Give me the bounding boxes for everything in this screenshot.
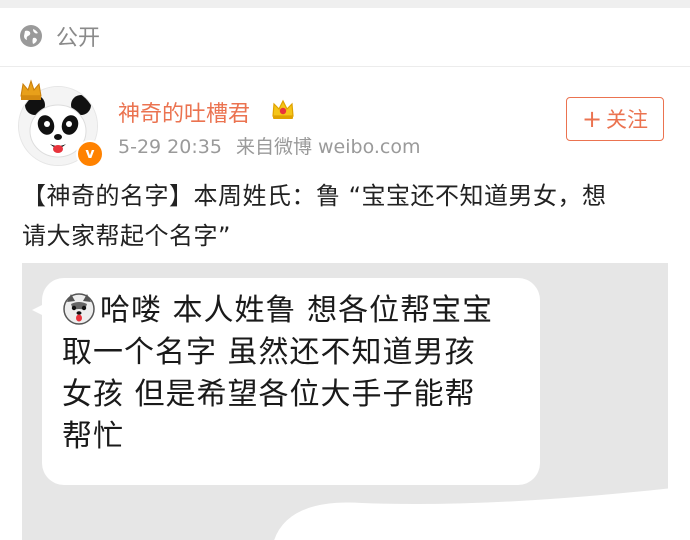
visibility-indicator: 公开 — [18, 18, 100, 54]
username[interactable]: 神奇的吐槽君 — [118, 96, 250, 128]
globe-icon — [20, 25, 42, 47]
visibility-label: 公开 — [56, 26, 101, 51]
post-text-line: 请大家帮起个名字” — [22, 222, 231, 250]
post-image[interactable]: 哈喽 本人姓鲁 想各位帮宝宝 取一个名字 虽然还不知道男孩 女孩 但是希望各位大… — [22, 263, 668, 540]
bubble-tail — [32, 300, 52, 320]
post-date: 5-29 20:35 — [118, 136, 222, 158]
post-source: 来自微博 weibo.com — [235, 136, 421, 158]
top-separator — [0, 0, 690, 8]
chat-message-line: 取一个名字 虽然还不知道男孩 — [62, 335, 476, 370]
verified-badge-icon: v — [76, 140, 104, 168]
chat-message-text: 哈喽 本人姓鲁 想各位帮宝宝 — [100, 293, 494, 328]
vip-crown-icon — [272, 99, 294, 119]
chat-message-line: 帮忙 — [62, 419, 124, 454]
follow-button[interactable]: + 关注 — [566, 97, 664, 141]
chat-message: 哈喽 本人姓鲁 想各位帮宝宝 取一个名字 虽然还不知道男孩 女孩 但是希望各位大… — [62, 290, 532, 458]
avatar[interactable]: v — [18, 78, 104, 168]
husky-emoji-icon — [63, 293, 95, 325]
follow-label: 关注 — [606, 108, 649, 132]
chat-message-line: 哈喽 本人姓鲁 想各位帮宝宝 — [62, 290, 532, 332]
crown-icon — [20, 79, 42, 100]
post-meta: 5-29 20:35 来自微博 weibo.com — [118, 132, 429, 159]
plus-icon: + — [581, 105, 603, 133]
header-divider — [0, 66, 690, 67]
chat-bubble: 哈喽 本人姓鲁 想各位帮宝宝 取一个名字 虽然还不知道男孩 女孩 但是希望各位大… — [32, 278, 540, 485]
post-text: 【神奇的名字】本周姓氏：鲁 “宝宝还不知道男女，想 请大家帮起个名字” — [22, 176, 672, 256]
post-text-line: 【神奇的名字】本周姓氏：鲁 “宝宝还不知道男女，想 — [22, 182, 607, 210]
chat-message-line: 女孩 但是希望各位大手子能帮 — [62, 377, 476, 412]
image-overlay-shape — [274, 488, 668, 540]
